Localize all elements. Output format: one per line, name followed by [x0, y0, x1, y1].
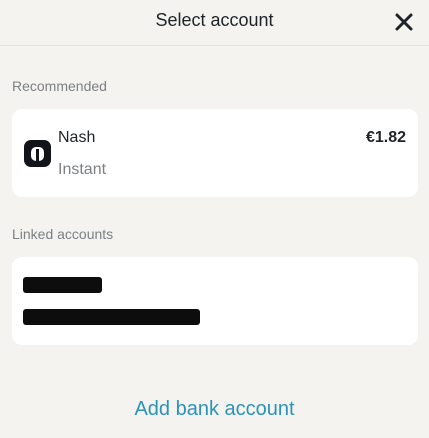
- header-bar: Select account: [0, 0, 429, 46]
- linked-account-card[interactable]: [12, 257, 418, 345]
- nash-account-card[interactable]: Nash Instant €1.82: [12, 109, 418, 197]
- account-balance: €1.82: [365, 129, 406, 146]
- linked-accounts-section-label: Linked accounts: [12, 226, 114, 242]
- account-subtitle: Instant: [58, 161, 107, 178]
- add-bank-account-button[interactable]: Add bank account: [0, 398, 429, 421]
- account-name: Nash: [58, 129, 96, 146]
- redacted-account-name: [23, 277, 102, 293]
- page-title: Select account: [155, 10, 274, 30]
- recommended-section-label: Recommended: [12, 78, 107, 94]
- nash-logo-icon: [24, 140, 51, 167]
- close-icon[interactable]: [392, 10, 416, 34]
- redacted-account-detail: [23, 309, 200, 325]
